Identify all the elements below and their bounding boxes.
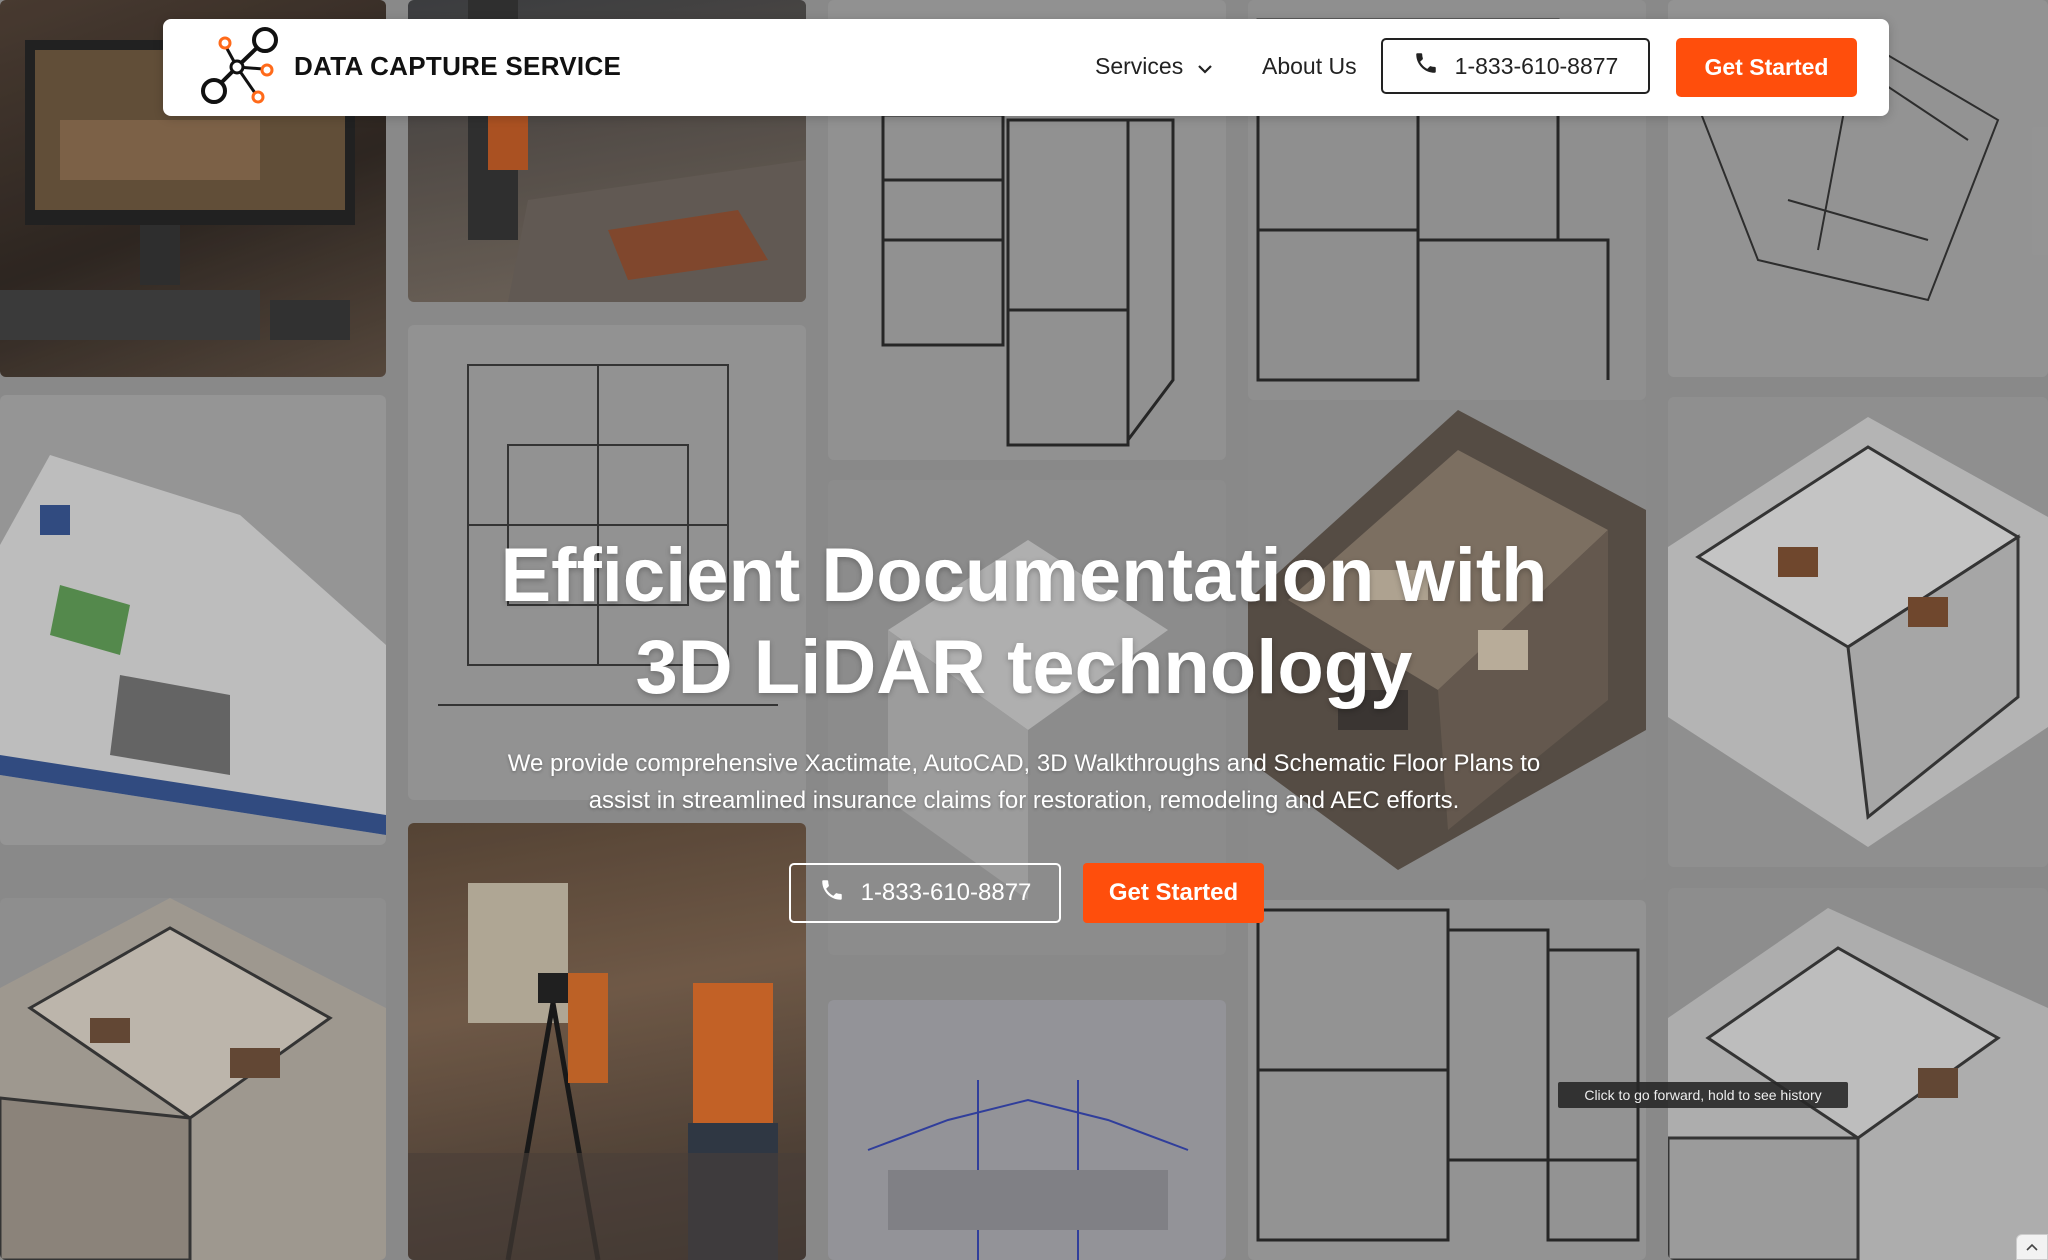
hero-title: Efficient Documentation with 3D LiDAR te… xyxy=(424,530,1624,714)
hero-subtitle: We provide comprehensive Xactimate, Auto… xyxy=(474,745,1574,819)
page: DATA CAPTURE SERVICE Services About Us 1… xyxy=(0,0,2048,1260)
hero-title-line-2: 3D LiDAR technology xyxy=(635,625,1413,710)
hero-title-line-1: Efficient Documentation with xyxy=(500,533,1548,618)
hero-subtitle-line-1: We provide comprehensive Xactimate, Auto… xyxy=(507,750,1541,777)
network-nodes-logo[interactable] xyxy=(201,25,283,111)
nav-services-label: Services xyxy=(1095,53,1184,79)
site-header: DATA CAPTURE SERVICE Services About Us 1… xyxy=(163,19,1889,116)
brand-name[interactable]: DATA CAPTURE SERVICE xyxy=(294,51,621,82)
hero-get-started-button[interactable]: Get Started xyxy=(1083,863,1264,923)
phone-icon xyxy=(819,877,845,910)
chevron-up-icon[interactable] xyxy=(2016,1234,2048,1260)
nav-services-dropdown[interactable]: Services xyxy=(1095,53,1213,80)
nav-about-link[interactable]: About Us xyxy=(1262,53,1357,80)
nav-phone-label: 1-833-610-8877 xyxy=(1454,52,1619,79)
nav-phone-button[interactable]: 1-833-610-8877 xyxy=(1381,38,1650,94)
phone-icon xyxy=(1413,50,1439,82)
chevron-down-icon xyxy=(1197,53,1213,80)
hero-subtitle-line-2: assist in streamlined insurance claims f… xyxy=(588,787,1460,814)
hero-phone-label: 1-833-610-8877 xyxy=(860,879,1032,906)
forward-history-tooltip: Click to go forward, hold to see history xyxy=(1558,1082,1848,1108)
nav-get-started-button[interactable]: Get Started xyxy=(1676,38,1857,97)
hero-phone-button[interactable]: 1-833-610-8877 xyxy=(789,863,1061,923)
